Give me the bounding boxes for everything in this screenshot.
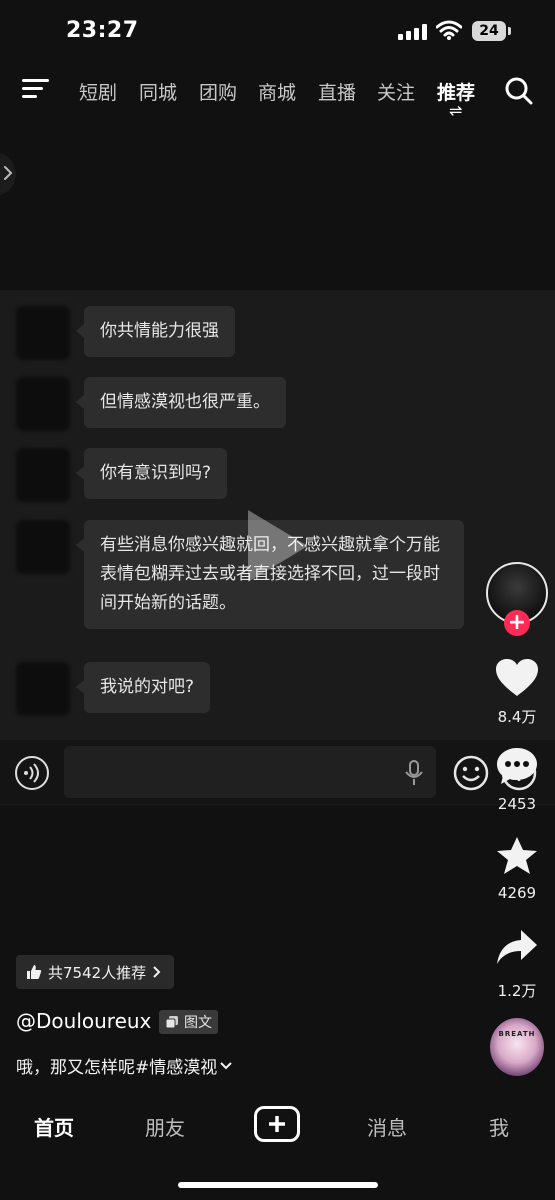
chat-avatar bbox=[16, 520, 70, 574]
chevron-right-icon bbox=[4, 166, 13, 180]
post-type-badge: 图文 bbox=[159, 1010, 218, 1034]
chat-bubble: 但情感漠视也很严重。 bbox=[76, 377, 286, 428]
tab-local[interactable]: 同城 bbox=[139, 78, 177, 105]
create-button[interactable] bbox=[254, 1106, 300, 1142]
tab-following[interactable]: 关注 bbox=[377, 78, 415, 105]
emoji-icon[interactable] bbox=[452, 754, 490, 792]
image-stack-icon bbox=[165, 1016, 178, 1029]
post-caption[interactable]: 哦，那又怎样呢#情感漠视 bbox=[16, 1053, 233, 1078]
chevron-right-icon bbox=[153, 966, 161, 978]
music-disc-label: BREATH bbox=[498, 1030, 536, 1038]
music-disc[interactable]: BREATH bbox=[490, 1018, 544, 1076]
comment-icon[interactable] bbox=[495, 746, 539, 786]
signal-icon bbox=[398, 24, 427, 40]
author-name[interactable]: @Douloureux bbox=[16, 1009, 151, 1033]
search-icon[interactable] bbox=[504, 76, 534, 106]
tab-friends[interactable]: 朋友 bbox=[145, 1112, 185, 1141]
tab-mall[interactable]: 商城 bbox=[258, 78, 296, 105]
battery-indicator: 24 bbox=[472, 21, 512, 41]
voice-icon[interactable] bbox=[14, 755, 50, 791]
tab-live[interactable]: 直播 bbox=[318, 78, 356, 105]
tab-messages[interactable]: 消息 bbox=[367, 1112, 407, 1141]
chat-avatar bbox=[16, 377, 70, 431]
battery-level: 24 bbox=[472, 21, 506, 41]
chat-bubble: 我说的对吧? bbox=[75, 662, 211, 713]
recommend-count-pill[interactable]: 共7542人推荐 bbox=[16, 955, 175, 989]
caption-text: 哦，那又怎样呢#情感漠视 bbox=[16, 1058, 218, 1078]
tab-short-drama[interactable]: 短剧 bbox=[79, 78, 117, 105]
home-indicator bbox=[178, 1182, 378, 1188]
plus-icon bbox=[269, 1116, 285, 1132]
recommend-label: 共7542人推荐 bbox=[48, 963, 147, 982]
wifi-icon bbox=[436, 20, 462, 40]
play-icon[interactable] bbox=[242, 506, 312, 586]
message-input[interactable] bbox=[64, 746, 436, 798]
tab-home[interactable]: 首页 bbox=[34, 1112, 74, 1141]
microphone-icon[interactable] bbox=[404, 760, 424, 786]
chat-avatar bbox=[16, 662, 70, 716]
chat-bubble: 你共情能力很强 bbox=[76, 306, 235, 357]
chevron-down-icon[interactable] bbox=[219, 1061, 233, 1071]
like-count: 8.4万 bbox=[497, 708, 537, 726]
chat-bubble: 你有意识到吗? bbox=[75, 448, 228, 499]
comment-count: 2453 bbox=[497, 795, 537, 813]
share-icon[interactable] bbox=[495, 928, 539, 968]
chat-avatar bbox=[16, 306, 70, 360]
share-count: 1.2万 bbox=[497, 982, 537, 1000]
follow-button[interactable]: + bbox=[504, 610, 530, 636]
post-type-label: 图文 bbox=[184, 1015, 212, 1031]
menu-icon[interactable] bbox=[22, 78, 50, 100]
favorite-count: 4269 bbox=[497, 884, 537, 902]
refresh-switch-icon: ⇌ bbox=[449, 101, 463, 120]
like-heart-icon[interactable] bbox=[495, 658, 539, 698]
thumbs-up-icon bbox=[27, 965, 42, 979]
tab-group-buy[interactable]: 团购 bbox=[199, 78, 237, 105]
favorite-star-icon[interactable] bbox=[495, 836, 539, 876]
chat-avatar bbox=[16, 448, 70, 502]
status-time: 23:27 bbox=[66, 18, 139, 43]
tab-me[interactable]: 我 bbox=[489, 1112, 509, 1141]
